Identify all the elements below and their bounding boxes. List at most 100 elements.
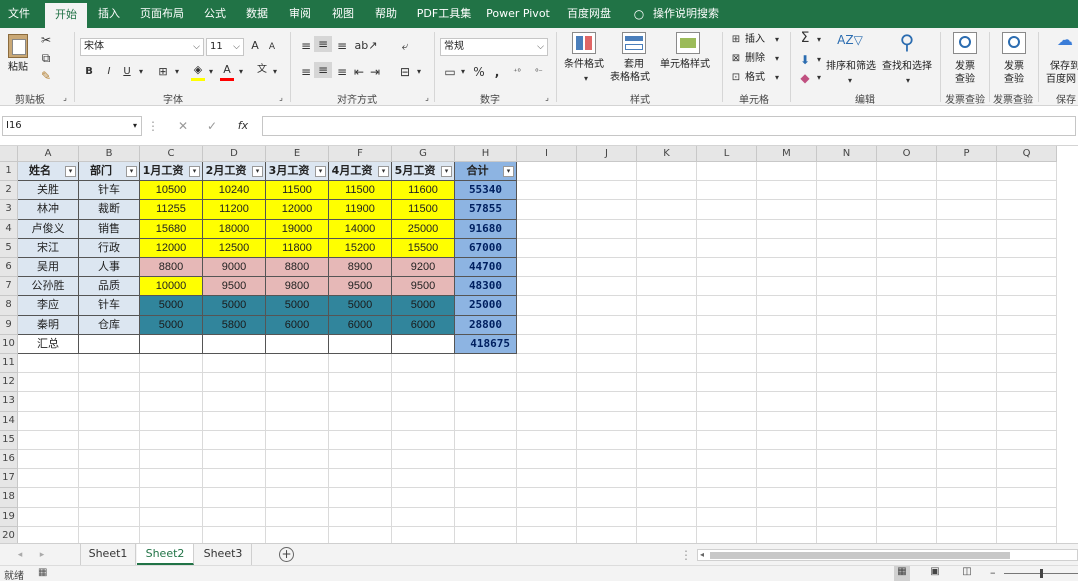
empty-cell[interactable] [517, 277, 577, 297]
formula-input[interactable] [262, 116, 1076, 136]
empty-cell[interactable] [877, 430, 937, 450]
increase-decimal-icon[interactable]: ⁺⁰ [508, 64, 526, 80]
filter-dropdown-icon[interactable]: ▾ [189, 166, 200, 177]
empty-cell[interactable] [79, 469, 140, 489]
empty-cell[interactable] [757, 296, 817, 316]
sort-filter-icon[interactable]: AZ▽ [836, 32, 864, 48]
empty-cell[interactable] [18, 430, 79, 450]
format-dropdown-icon[interactable]: ▾ [772, 70, 782, 86]
empty-cell[interactable] [877, 162, 937, 182]
tab-pdf-tools[interactable]: PDF工具集 [413, 0, 475, 28]
merge-dropdown-icon[interactable]: ▾ [414, 64, 424, 80]
bold-button[interactable]: B [82, 64, 96, 80]
empty-cell[interactable] [937, 392, 997, 412]
empty-cell[interactable] [517, 450, 577, 470]
empty-cell[interactable] [329, 526, 392, 543]
empty-cell[interactable] [140, 430, 203, 450]
empty-cell[interactable] [817, 315, 877, 335]
tab-split-handle[interactable]: ⋮ [680, 547, 692, 563]
empty-cell[interactable] [140, 488, 203, 508]
column-header-m[interactable]: M [757, 146, 817, 162]
empty-cell[interactable] [266, 450, 329, 470]
empty-cell[interactable] [877, 315, 937, 335]
empty-cell[interactable] [517, 430, 577, 450]
fill-color-icon[interactable]: ◈ [190, 62, 206, 78]
empty-cell[interactable] [392, 334, 455, 354]
empty-cell[interactable] [817, 507, 877, 527]
row-header-2[interactable]: 2 [0, 181, 18, 201]
data-cell[interactable]: 卢俊义 [18, 219, 79, 239]
empty-cell[interactable] [877, 373, 937, 393]
empty-cell[interactable] [937, 354, 997, 374]
data-cell[interactable]: 5000 [140, 315, 203, 335]
empty-cell[interactable] [79, 526, 140, 543]
empty-cell[interactable] [817, 469, 877, 489]
filter-dropdown-icon[interactable]: ▾ [315, 166, 326, 177]
empty-cell[interactable] [517, 296, 577, 316]
empty-cell[interactable] [203, 430, 266, 450]
empty-cell[interactable] [266, 392, 329, 412]
clear-dropdown-icon[interactable]: ▾ [814, 70, 824, 86]
empty-cell[interactable] [997, 334, 1057, 354]
header-cell[interactable]: 姓名 ▾ [18, 162, 79, 182]
clear-icon[interactable]: ◆ [797, 70, 813, 86]
baidu-cloud-icon[interactable]: ☁ [1054, 32, 1076, 48]
empty-cell[interactable] [140, 334, 203, 354]
empty-cell[interactable] [937, 219, 997, 239]
empty-cell[interactable] [937, 507, 997, 527]
row-header-8[interactable]: 8 [0, 296, 18, 316]
empty-cell[interactable] [757, 507, 817, 527]
row-header-15[interactable]: 15 [0, 430, 18, 450]
empty-cell[interactable] [637, 373, 697, 393]
empty-cell[interactable] [697, 373, 757, 393]
empty-cell[interactable] [637, 238, 697, 258]
fill-color-dropdown-icon[interactable]: ▾ [206, 64, 216, 80]
empty-cell[interactable] [997, 200, 1057, 220]
empty-cell[interactable] [392, 411, 455, 431]
empty-cell[interactable] [266, 526, 329, 543]
zoom-slider-thumb[interactable] [1040, 569, 1043, 578]
filter-dropdown-icon[interactable]: ▾ [126, 166, 137, 177]
align-left-icon[interactable]: ≡ [298, 64, 314, 80]
font-color-icon[interactable]: A [220, 62, 234, 78]
empty-cell[interactable] [997, 238, 1057, 258]
empty-cell[interactable] [697, 469, 757, 489]
invoice-check-2-button[interactable]: 发票 [1004, 61, 1024, 73]
fill-dropdown-icon[interactable]: ▾ [814, 52, 824, 68]
empty-cell[interactable] [937, 162, 997, 182]
column-header-h[interactable]: H [455, 146, 517, 162]
row-header-3[interactable]: 3 [0, 200, 18, 220]
data-cell[interactable]: 5000 [392, 296, 455, 316]
empty-cell[interactable] [757, 430, 817, 450]
lightbulb-icon[interactable]: ○ [632, 0, 646, 28]
delete-dropdown-icon[interactable]: ▾ [772, 51, 782, 67]
increase-indent-icon[interactable]: ⇥ [368, 64, 382, 80]
empty-cell[interactable] [637, 488, 697, 508]
empty-cell[interactable] [697, 238, 757, 258]
empty-cell[interactable] [79, 430, 140, 450]
fill-icon[interactable]: ⬇ [797, 52, 813, 68]
empty-cell[interactable] [455, 469, 517, 489]
empty-cell[interactable] [817, 258, 877, 278]
filter-dropdown-icon[interactable]: ▾ [378, 166, 389, 177]
empty-cell[interactable] [329, 507, 392, 527]
tell-me-search[interactable]: 操作说明搜索 [652, 0, 720, 28]
total-cell[interactable]: 57855 [455, 200, 517, 220]
empty-cell[interactable] [455, 450, 517, 470]
invoice-check-icon[interactable] [953, 32, 977, 54]
data-cell[interactable]: 15200 [329, 238, 392, 258]
empty-cell[interactable] [757, 238, 817, 258]
column-header-e[interactable]: E [266, 146, 329, 162]
data-cell[interactable]: 宋江 [18, 238, 79, 258]
format-cells-button[interactable]: 格式 [745, 72, 765, 84]
empty-cell[interactable] [757, 373, 817, 393]
format-as-table-button[interactable]: 套用 [624, 59, 644, 71]
total-cell[interactable]: 55340 [455, 181, 517, 201]
empty-cell[interactable] [637, 277, 697, 297]
empty-cell[interactable] [757, 315, 817, 335]
data-cell[interactable]: 19000 [266, 219, 329, 239]
data-cell[interactable]: 公孙胜 [18, 277, 79, 297]
merge-center-icon[interactable]: ⊟ [396, 64, 414, 80]
empty-cell[interactable] [140, 373, 203, 393]
empty-cell[interactable] [997, 219, 1057, 239]
